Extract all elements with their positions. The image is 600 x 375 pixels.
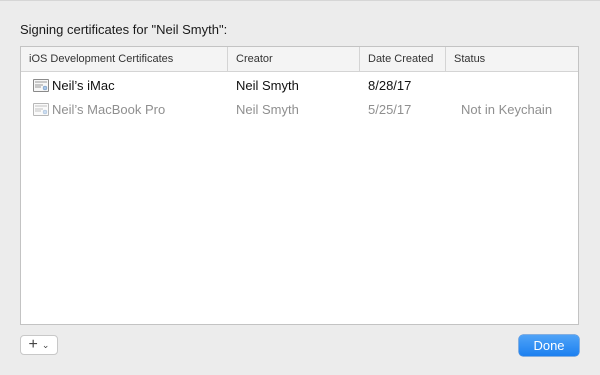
date-created-cell: 5/25/17 [368, 101, 412, 117]
column-header-status[interactable]: Status [446, 47, 578, 71]
date-created-cell: 8/28/17 [368, 77, 412, 93]
column-header-certificates[interactable]: iOS Development Certificates [21, 47, 228, 71]
bottom-bar: + ⌄ Done [20, 335, 579, 357]
table-row[interactable]: Neil’s iMac Neil Smyth 8/28/17 [21, 73, 578, 97]
certificate-name-cell: Neil’s iMac [21, 78, 228, 93]
chevron-down-icon: ⌄ [41, 340, 50, 350]
add-certificate-button[interactable]: + ⌄ [20, 335, 58, 355]
certificate-name: Neil’s MacBook Pro [52, 101, 166, 117]
column-header-creator[interactable]: Creator [228, 47, 360, 71]
dialog-title: Signing certificates for "Neil Smyth": [20, 22, 228, 37]
status-cell: Not in Keychain [461, 101, 553, 117]
certificate-name: Neil’s iMac [52, 77, 115, 93]
certificates-table: iOS Development Certificates Creator Dat… [20, 46, 579, 325]
table-header: iOS Development Certificates Creator Dat… [21, 47, 578, 72]
creator-cell: Neil Smyth [236, 77, 299, 93]
column-header-date-created[interactable]: Date Created [360, 47, 446, 71]
certificate-icon [33, 78, 49, 92]
done-button[interactable]: Done [519, 335, 579, 356]
table-row[interactable]: Neil’s MacBook Pro Neil Smyth 5/25/17 No… [21, 97, 578, 121]
creator-cell: Neil Smyth [236, 101, 299, 117]
signing-certificates-sheet: Signing certificates for "Neil Smyth": i… [0, 0, 600, 375]
certificate-name-cell: Neil’s MacBook Pro [21, 102, 228, 117]
plus-icon: + [28, 336, 38, 353]
certificate-icon [33, 102, 49, 116]
